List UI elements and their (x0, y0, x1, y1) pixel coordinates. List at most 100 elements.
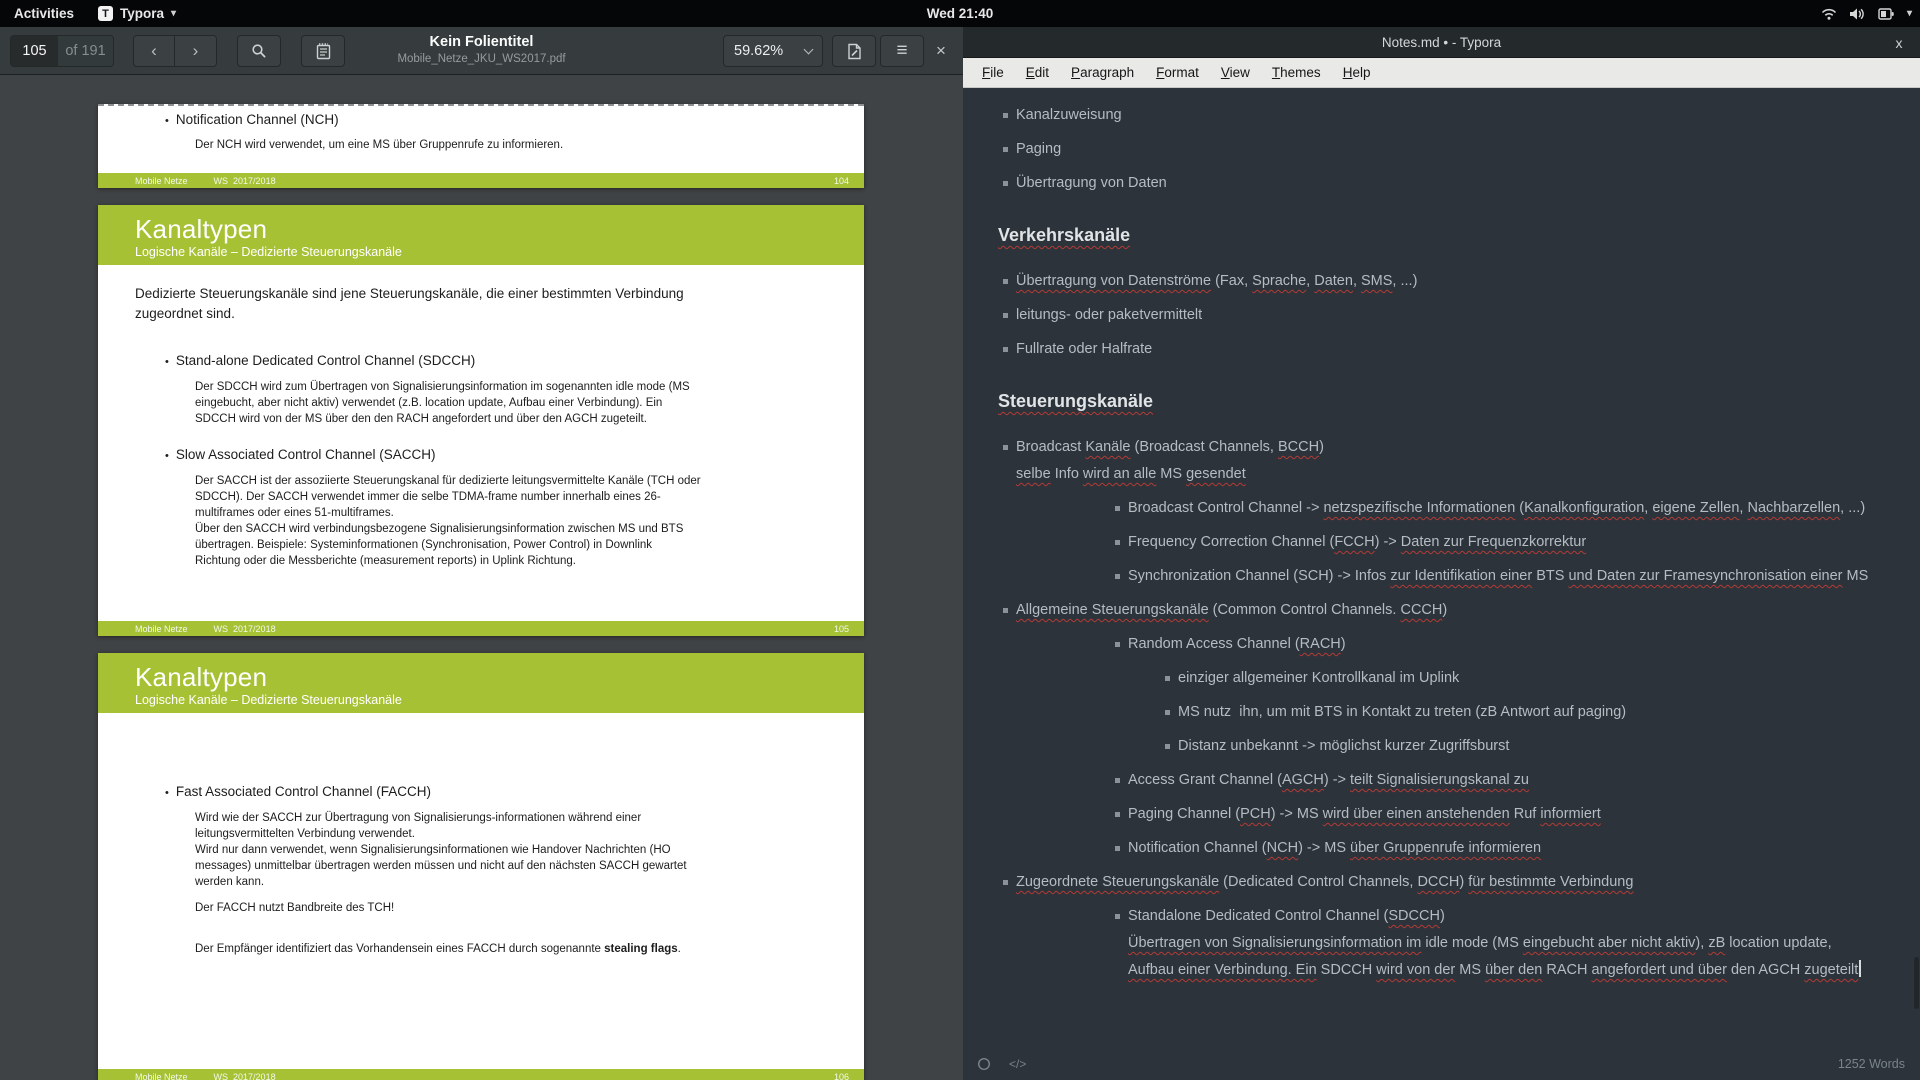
text: ) (1459, 874, 1468, 890)
typora-list-item[interactable]: Übertragung von Datenströme (Fax, Sprach… (998, 268, 1900, 295)
misspelled-text: zur Identifikation einer (1390, 568, 1532, 584)
slide-bullet-body: Der Empfänger identifiziert das Vorhande… (195, 925, 843, 957)
menu-edit[interactable]: Edit (1017, 62, 1058, 83)
bullet-icon: • (165, 784, 169, 802)
body-text: . (678, 943, 681, 955)
app-menu[interactable]: T Typora ▾ (88, 0, 186, 27)
typora-statusbar: </> 1252 Words (963, 1048, 1920, 1080)
text: Synchronization Channel (SCH) -> Infos (1128, 568, 1390, 584)
misspelled-text: selbe (1016, 466, 1051, 482)
square-bullet-icon (1115, 812, 1120, 817)
square-bullet-icon (1115, 540, 1120, 545)
misspelled-text: angefordert und über (1591, 962, 1726, 978)
menu-help[interactable]: Help (1334, 62, 1380, 83)
misspelled-text: CCCH (1400, 602, 1442, 618)
typora-close-button[interactable]: x (1888, 27, 1910, 58)
typora-heading[interactable]: Steuerungskanäle (998, 388, 1900, 415)
text: ( (1515, 500, 1524, 516)
typora-list-item[interactable]: Notification Channel (NCH) -> MS über Gr… (998, 835, 1900, 862)
typora-titlebar[interactable]: Notes.md • - Typora x (963, 27, 1920, 58)
chevron-down-icon: ▾ (171, 8, 176, 19)
slide-subtitle: Logische Kanäle – Dedizierte Steuerungsk… (135, 692, 864, 708)
typora-menubar: File Edit Paragraph Format View Themes H… (963, 58, 1920, 88)
misspelled-text: Kanalkonfiguration (1524, 500, 1644, 516)
pdf-canvas[interactable]: • Notification Channel (NCH) Der NCH wir… (0, 76, 963, 1080)
square-bullet-icon (1115, 642, 1120, 647)
clock[interactable]: Wed 21:40 (927, 6, 994, 21)
misspelled-text: Daten (1314, 273, 1353, 289)
typora-list-item[interactable]: Fullrate oder Halfrate (998, 336, 1900, 363)
square-bullet-icon (1003, 113, 1008, 118)
page-number-input[interactable]: 105 (11, 36, 58, 66)
text: MS (1843, 568, 1869, 584)
typora-heading[interactable]: Verkehrskanäle (998, 222, 1900, 249)
text: (Fax, (1211, 273, 1252, 289)
typora-list-item[interactable]: Übertragung von Daten (998, 170, 1900, 197)
typora-list-item[interactable]: Standalone Dedicated Control Channel (SD… (998, 903, 1900, 984)
square-bullet-icon (1003, 279, 1008, 284)
page-number-entry[interactable]: 105 of 191 (10, 35, 114, 67)
menu-format[interactable]: Format (1147, 62, 1208, 83)
typora-window: Notes.md • - Typora x File Edit Paragrap… (963, 27, 1920, 1080)
text: ) -> (1324, 772, 1350, 788)
typora-list-item[interactable]: Paging Channel (PCH) -> MS wird über ein… (998, 801, 1900, 828)
square-bullet-icon (1115, 506, 1120, 511)
typora-list-item[interactable]: Frequency Correction Channel (FCCH) -> D… (998, 529, 1900, 556)
typora-list-item[interactable]: Broadcast Control Channel -> netzspezifi… (998, 495, 1900, 522)
typora-list-item[interactable]: Allgemeine Steuerungskanäle (Common Cont… (998, 597, 1900, 624)
word-count[interactable]: 1252 Words (1838, 1057, 1905, 1071)
typora-list-item[interactable]: Kanalzuweisung (998, 102, 1900, 129)
chevron-down-icon: ▾ (1907, 8, 1912, 19)
zoom-level-dropdown[interactable]: 59.62% (723, 35, 823, 67)
text: Ruf (1510, 806, 1541, 822)
square-bullet-icon (1003, 147, 1008, 152)
text: ) (1341, 636, 1346, 652)
next-page-button[interactable]: › (175, 36, 216, 66)
text: (Dedicated Control Channels, (1219, 874, 1417, 890)
hamburger-menu-icon: ≡ (896, 40, 907, 62)
menu-paragraph[interactable]: Paragraph (1062, 62, 1143, 83)
typora-list-item[interactable]: Synchronization Channel (SCH) -> Infos z… (998, 563, 1900, 590)
slide-bullet-body: Der SACCH ist der assoziierte Steuerungs… (195, 473, 843, 569)
typora-list-item[interactable]: Access Grant Channel (AGCH) -> teilt Sig… (998, 767, 1900, 794)
square-bullet-icon (1165, 676, 1170, 681)
typora-list-item[interactable]: Random Access Channel (RACH) (998, 631, 1900, 658)
text: (Common Control Channels. (1209, 602, 1401, 618)
text: Random Access Channel ( (1128, 636, 1300, 652)
outline-toggle-icon[interactable] (977, 1057, 991, 1071)
text: Frequency Correction Channel ( (1128, 534, 1334, 550)
slide-footer: Mobile Netze WS 2017/2018 104 (98, 173, 864, 188)
misspelled-text: eigene Zellen (1652, 500, 1739, 516)
typora-list-item[interactable]: einziger allgemeiner Kontrollkanal im Up… (998, 665, 1900, 692)
typora-list-item[interactable]: leitungs- oder paketvermittelt (998, 302, 1900, 329)
source-code-mode-icon[interactable]: </> (1009, 1057, 1026, 1071)
text: ), (1695, 935, 1708, 951)
pdf-window-close-button[interactable]: × (928, 35, 954, 67)
text: Paging (1016, 141, 1061, 157)
slide-header: Kanaltypen Logische Kanäle – Dedizierte … (98, 205, 864, 265)
slide-bullet-title: Fast Associated Control Channel (FACCH) (176, 784, 431, 802)
text: ) -> MS (1271, 806, 1323, 822)
document-annotate-icon (847, 43, 862, 60)
system-status-area[interactable]: ▾ (1821, 0, 1912, 27)
previous-page-button[interactable]: ‹ (134, 36, 175, 66)
menu-file[interactable]: File (973, 62, 1013, 83)
slide-title: Kanaltypen (135, 662, 864, 692)
main-menu-button[interactable]: ≡ (880, 35, 924, 67)
activities-button[interactable]: Activities (0, 0, 88, 27)
typora-content[interactable]: Kanalzuweisung Paging Übertragung von Date… (963, 88, 1920, 1048)
menu-themes[interactable]: Themes (1263, 62, 1330, 83)
misspelled-text: NCH (1267, 840, 1298, 856)
typora-list-item[interactable]: Broadcast Kanäle (Broadcast Channels, BC… (998, 434, 1900, 488)
typora-list-item[interactable]: MS nutz ihn, um mit BTS in Kontakt zu tr… (998, 699, 1900, 726)
slide-bullet-body: Der SDCCH wird zum Übertragen von Signal… (195, 379, 843, 427)
typora-list-item[interactable]: Zugeordnete Steuerungskanäle (Dedicated … (998, 869, 1900, 896)
page-nav-group: ‹ › (133, 35, 217, 67)
footer-page-number: 105 (834, 624, 849, 634)
menu-view[interactable]: View (1212, 62, 1259, 83)
annotate-document-button[interactable] (832, 35, 876, 67)
text: ) -> MS (1298, 840, 1350, 856)
scrollbar-thumb[interactable] (1914, 957, 1919, 1009)
typora-list-item[interactable]: Paging (998, 136, 1900, 163)
typora-list-item[interactable]: Distanz unbekannt -> möglichst kurzer Zu… (998, 733, 1900, 760)
